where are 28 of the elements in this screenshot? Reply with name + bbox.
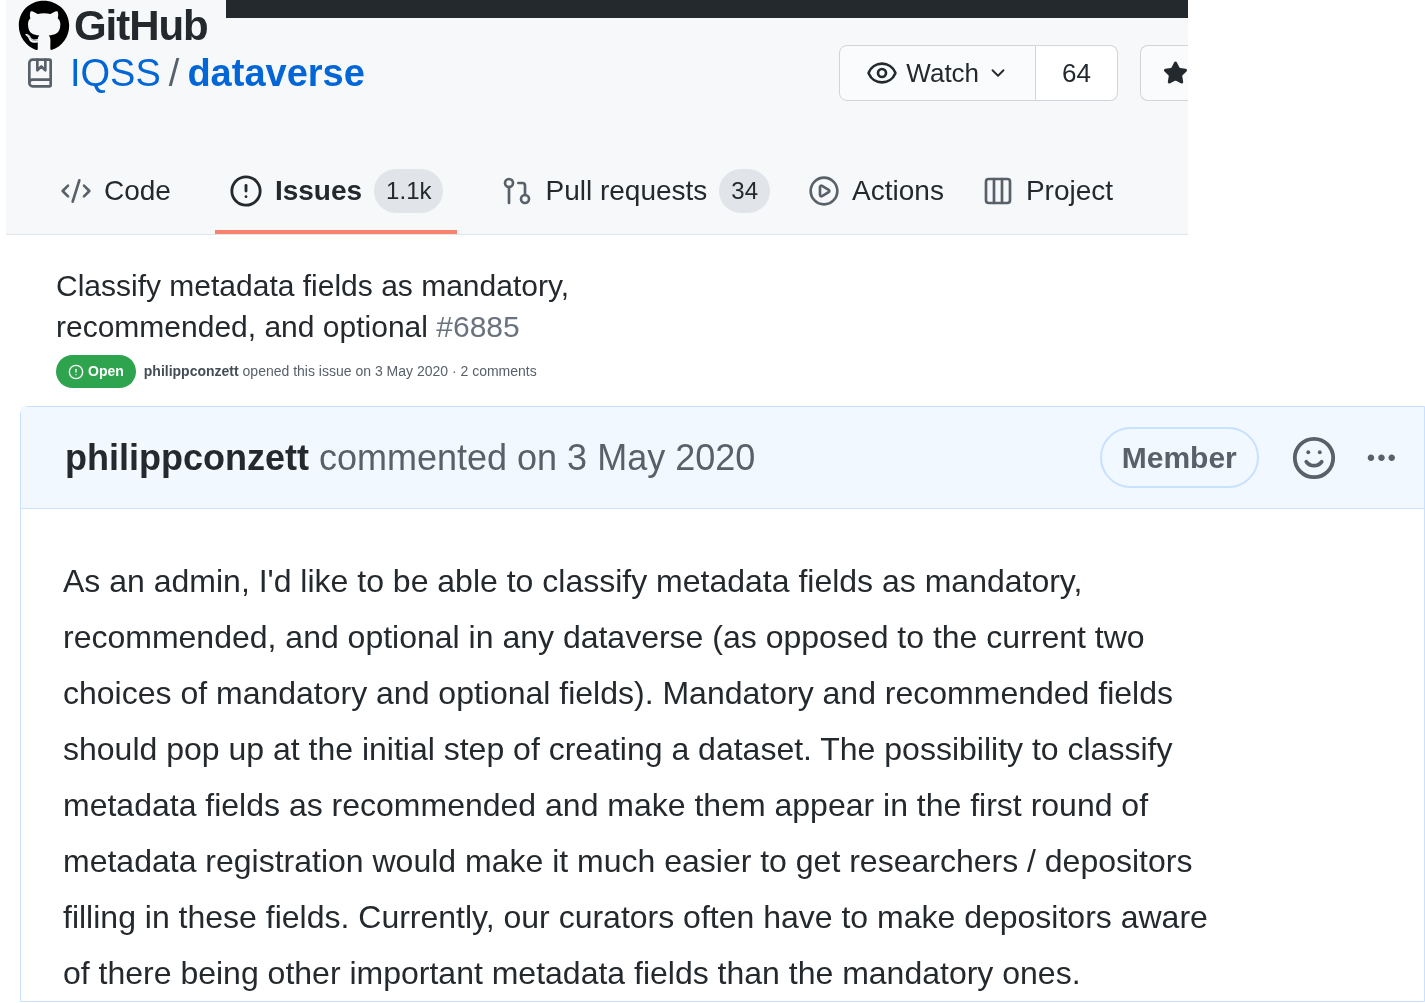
issue-icon <box>228 174 263 208</box>
nav-tab[interactable]: Project <box>967 152 1128 234</box>
owner-link[interactable]: IQSS <box>70 44 161 102</box>
github-logo-icon <box>18 0 70 52</box>
count-badge: 1.1k <box>374 169 444 213</box>
nav-tab[interactable]: Pull requests 34 <box>487 152 785 234</box>
emoji-icon[interactable] <box>1290 434 1337 481</box>
repo-link[interactable]: dataverse <box>187 44 365 102</box>
logo-text: GitHub <box>74 5 208 47</box>
issue-number: #6885 <box>436 310 520 343</box>
issue-meta: philippconzett opened this issue on 3 May 2020 · 2 comments <box>143 362 537 381</box>
state-badge: Open <box>56 355 136 388</box>
nav-tab[interactable]: Code <box>46 152 185 234</box>
play-icon <box>808 175 841 207</box>
path-separator: / <box>168 50 180 96</box>
comment-body: As an admin, I'd like to be able to classify metadata fields as mandatory, recommended, and optional in any dataverse (as opposed to the current two choices of mandatory and optional fields). Mandatory and recommended fields should pop up at the initial step of creating a dataset. The possibility to classify metadata fields as recommended and make them appear in the first round of metadata registration would make it much easier to get researchers / depositors filling in these fields. Currently, our curators often have to make depositors aware of there being other important metadata fields than the mandatory ones. <box>62 562 1209 993</box>
nav-tab[interactable]: Actions <box>794 152 958 234</box>
star-button[interactable] <box>1140 45 1188 101</box>
comment-header-text: philippconzett commented on 3 May 2020 <box>65 435 756 480</box>
more-options-button[interactable]: ••• <box>1366 439 1398 476</box>
watch-count[interactable]: 64 <box>1036 45 1118 101</box>
role-badge: Member <box>1099 427 1259 488</box>
issue-title: Classify metadata fields as mandatory, recommended, and optional #6885 <box>56 268 570 345</box>
watch-button[interactable]: Watch <box>839 45 1037 101</box>
issue-icon <box>68 363 84 380</box>
nav-tab[interactable]: Issues 1.1k <box>214 152 458 234</box>
count-badge: 34 <box>719 169 771 213</box>
star-icon <box>1163 60 1188 86</box>
